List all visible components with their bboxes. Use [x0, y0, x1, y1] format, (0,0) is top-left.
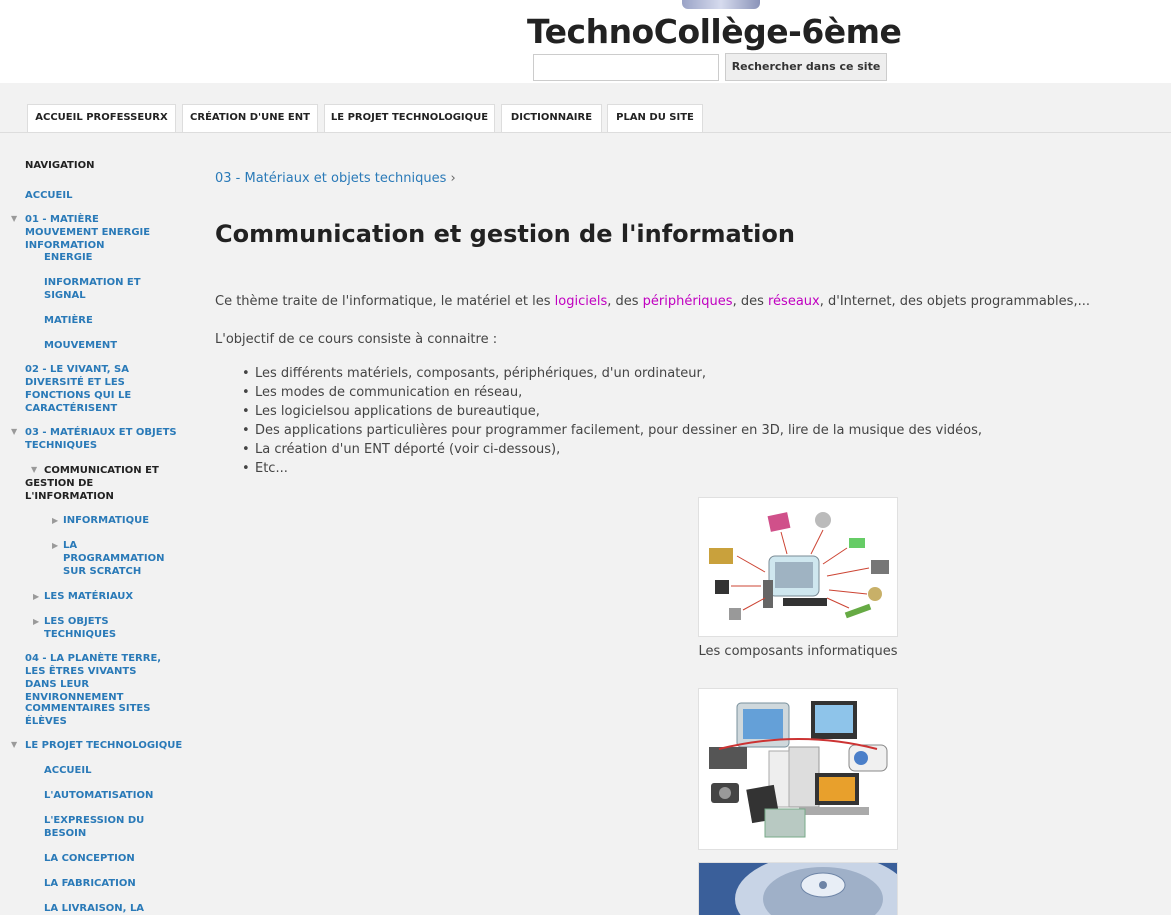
sidebar-item-commentaires[interactable]: COMMENTAIRES SITES ÉLÈVES: [25, 702, 160, 728]
site-title[interactable]: TechnoCollège-6ème: [527, 12, 902, 51]
sidebar-item-accueil[interactable]: ACCUEIL: [25, 189, 175, 202]
breadcrumb: 03 - Matériaux et objets techniques ›: [215, 171, 456, 186]
search-input[interactable]: [533, 54, 719, 81]
figure-caption: Les composants informatiques: [698, 644, 898, 659]
list-item: Les modes de communication en réseau,: [242, 383, 982, 402]
tab-creation-ent[interactable]: CRÉATION D'UNE ENT: [182, 104, 318, 132]
sidebar-item-projet-technologique[interactable]: LE PROJET TECHNOLOGIQUE: [25, 739, 190, 752]
sidebar-item-projet-accueil[interactable]: ACCUEIL: [44, 764, 164, 777]
tab-accueil-professeurs[interactable]: ACCUEIL PROFESSEURX: [27, 104, 176, 132]
list-item: Etc...: [242, 459, 982, 478]
sidebar-item-fabrication[interactable]: LA FABRICATION: [44, 877, 164, 890]
tab-projet-technologique[interactable]: LE PROJET TECHNOLOGIQUE: [324, 104, 495, 132]
breadcrumb-link[interactable]: 03 - Matériaux et objets techniques: [215, 171, 446, 186]
collapsed-caret-icon[interactable]: ▶: [33, 592, 39, 601]
intro-paragraph: Ce thème traite de l'informatique, le ma…: [215, 294, 1090, 309]
search-button[interactable]: Rechercher dans ce site: [725, 53, 887, 81]
objectives-list: Les différents matériels, composants, pé…: [242, 364, 982, 478]
sidebar-item-expression-besoin[interactable]: L'EXPRESSION DU BESOIN: [44, 814, 154, 840]
intro-text: , des: [607, 294, 643, 309]
sidebar-item-materiaux[interactable]: LES MATÉRIAUX: [44, 590, 164, 603]
top-navigation: ACCUEIL PROFESSEURX CRÉATION D'UNE ENT L…: [0, 83, 1171, 133]
link-logiciels[interactable]: logiciels: [555, 294, 608, 309]
sidebar-item-01[interactable]: 01 - MATIÈRE MOUVEMENT ENERGIE INFORMATI…: [25, 213, 175, 252]
list-item: La création d'un ENT déporté (voir ci-de…: [242, 440, 982, 459]
expanded-caret-icon[interactable]: ▼: [11, 214, 17, 223]
sidebar-item-03[interactable]: 03 - MATÉRIAUX ET OBJETS TECHNIQUES: [25, 426, 180, 452]
computer-peripherals-image[interactable]: [698, 688, 898, 850]
site-logo-image: [682, 0, 760, 9]
list-item: Les logicielsou applications de bureauti…: [242, 402, 982, 421]
objective-paragraph: L'objectif de ce cours consiste à connai…: [215, 332, 498, 347]
list-item: Les différents matériels, composants, pé…: [242, 364, 982, 383]
list-item: Des applications particulières pour prog…: [242, 421, 982, 440]
sidebar-item-conception[interactable]: LA CONCEPTION: [44, 852, 164, 865]
hard-disk-illustration: [699, 853, 911, 915]
computer-components-illustration: [709, 512, 889, 620]
tab-dictionnaire[interactable]: DICTIONNAIRE: [501, 104, 602, 132]
collapsed-caret-icon[interactable]: ▶: [52, 516, 58, 525]
sidebar-item-energie[interactable]: ENERGIE: [44, 251, 164, 264]
computer-components-image[interactable]: [698, 497, 898, 637]
sidebar-heading: NAVIGATION: [25, 160, 95, 171]
sidebar-item-programmation-scratch[interactable]: LA PROGRAMMATION SUR SCRATCH: [63, 539, 168, 578]
site-header: TechnoCollège-6ème Rechercher dans ce si…: [0, 0, 1171, 83]
expanded-caret-icon[interactable]: ▼: [11, 740, 17, 749]
intro-text: Ce thème traite de l'informatique, le ma…: [215, 294, 555, 309]
hard-disk-image[interactable]: [698, 853, 911, 915]
sidebar-item-mouvement[interactable]: MOUVEMENT: [44, 339, 164, 352]
sidebar-item-informatique[interactable]: INFORMATIQUE: [63, 514, 173, 527]
sidebar-item-04[interactable]: 04 - LA PLANÈTE TERRE, LES ÊTRES VIVANTS…: [25, 652, 170, 704]
sidebar-item-matiere[interactable]: MATIÈRE: [44, 314, 164, 327]
link-peripheriques[interactable]: périphériques: [643, 294, 733, 309]
computer-peripherals-illustration: [709, 701, 888, 838]
link-reseaux[interactable]: réseaux: [768, 294, 820, 309]
sidebar-item-automatisation[interactable]: L'AUTOMATISATION: [44, 789, 174, 802]
intro-text: , des: [732, 294, 768, 309]
expanded-caret-icon[interactable]: ▼: [11, 427, 17, 436]
sidebar-item-objets-techniques[interactable]: LES OBJETS TECHNIQUES: [44, 615, 139, 641]
breadcrumb-separator: ›: [450, 171, 456, 186]
tab-plan-du-site[interactable]: PLAN DU SITE: [607, 104, 703, 132]
intro-text: , d'Internet, des objets programmables,.…: [819, 294, 1090, 309]
collapsed-caret-icon[interactable]: ▶: [52, 541, 58, 550]
collapsed-caret-icon[interactable]: ▶: [33, 617, 39, 626]
sidebar-item-livraison[interactable]: LA LIVRAISON, LA: [44, 902, 164, 915]
sidebar-item-communication-current[interactable]: COMMUNICATION ET GESTION DE L'INFORMATIO…: [25, 464, 165, 503]
sidebar-item-information-signal[interactable]: INFORMATION ET SIGNAL: [44, 276, 154, 302]
sidebar-item-02[interactable]: 02 - LE VIVANT, SA DIVERSITÉ ET LES FONC…: [25, 363, 140, 415]
page-title: Communication et gestion de l'informatio…: [215, 220, 795, 248]
